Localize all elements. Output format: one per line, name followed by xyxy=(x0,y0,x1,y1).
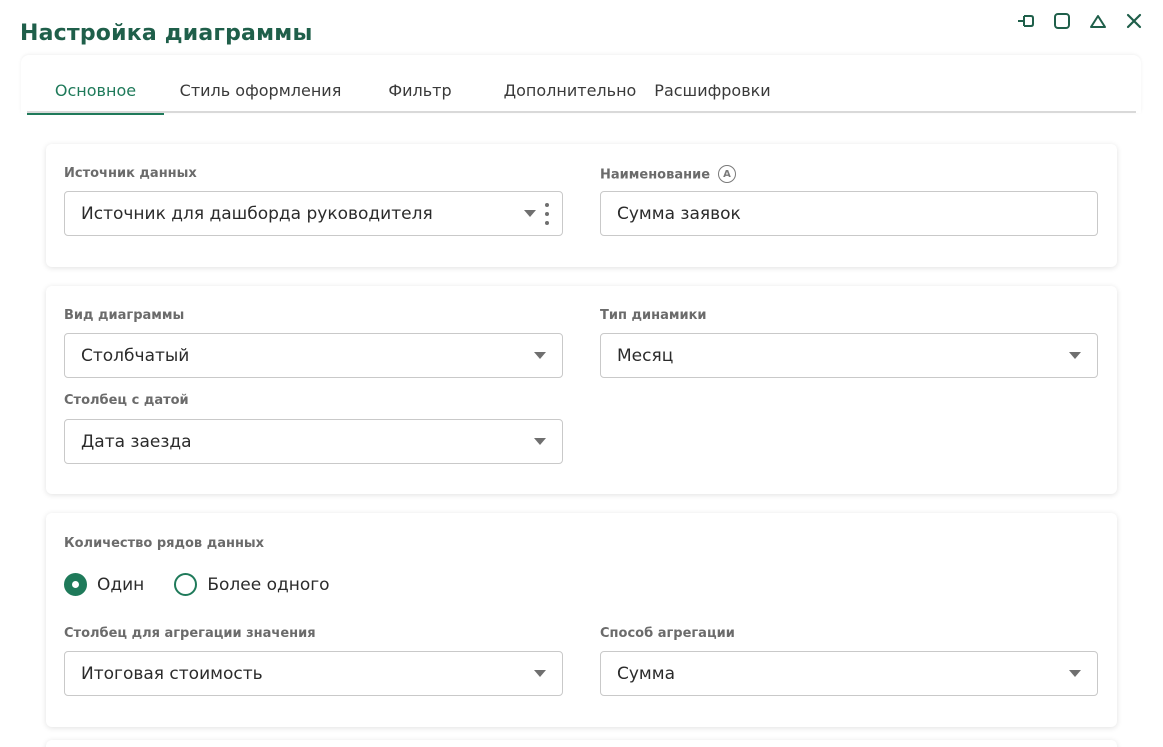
pin-button[interactable] xyxy=(1015,10,1037,32)
data-source-select[interactable]: Источник для дашборда руководителя xyxy=(64,191,563,236)
series-count-radio-group: Один Более одного xyxy=(64,573,360,596)
name-value: Сумма заявок xyxy=(617,203,741,224)
chevron-down-icon xyxy=(1069,670,1081,677)
chevron-down-icon xyxy=(534,352,546,359)
date-column-label: Столбец с датой xyxy=(64,393,189,408)
auto-name-icon[interactable]: A xyxy=(718,165,737,183)
collapse-button[interactable] xyxy=(1087,10,1109,32)
agg-column-label: Столбец для агрегации значения xyxy=(64,626,316,641)
chevron-down-icon xyxy=(534,438,546,445)
radio-one-label: Один xyxy=(97,574,145,595)
date-column-select[interactable]: Дата заезда xyxy=(64,419,563,464)
pin-icon xyxy=(1018,15,1034,27)
tab-style[interactable]: Стиль оформления xyxy=(164,67,357,113)
dynamics-type-value: Месяц xyxy=(617,345,674,366)
agg-column-value: Итоговая стоимость xyxy=(81,663,263,684)
more-options-icon[interactable] xyxy=(543,203,551,225)
radio-checked-icon xyxy=(64,573,87,596)
chevron-down-icon xyxy=(524,210,536,217)
radio-multiple[interactable]: Более одного xyxy=(174,573,330,596)
collapse-icon xyxy=(1090,15,1106,28)
chart-settings-window: Настройка диаграммы Основное Стиль оформ xyxy=(0,0,1163,747)
close-icon xyxy=(1126,13,1142,29)
name-label-row: Наименование A xyxy=(600,165,737,184)
chart-type-select[interactable]: Столбчатый xyxy=(64,333,563,378)
tab-drilldowns[interactable]: Расшифровки xyxy=(654,67,770,113)
chart-type-value: Столбчатый xyxy=(81,345,190,366)
tab-filter[interactable]: Фильтр xyxy=(357,67,483,113)
chart-type-label: Вид диаграммы xyxy=(64,308,185,323)
window-title: Настройка диаграммы xyxy=(20,21,313,46)
tab-list: Основное Стиль оформления Фильтр Дополни… xyxy=(27,67,1136,115)
name-label: Наименование xyxy=(600,167,711,183)
maximize-icon xyxy=(1054,13,1070,29)
agg-method-select[interactable]: Сумма xyxy=(600,651,1098,696)
next-card xyxy=(46,740,1117,747)
agg-method-label: Способ агрегации xyxy=(600,626,735,641)
agg-column-select[interactable]: Итоговая стоимость xyxy=(64,651,563,696)
name-input[interactable]: Сумма заявок xyxy=(600,191,1098,236)
close-button[interactable] xyxy=(1123,10,1145,32)
tab-advanced[interactable]: Дополнительно xyxy=(483,67,657,113)
data-source-card: Источник данных Источник для дашборда ру… xyxy=(46,144,1117,267)
data-source-value: Источник для дашборда руководителя xyxy=(81,203,433,224)
tabs-bar: Основное Стиль оформления Фильтр Дополни… xyxy=(21,55,1141,115)
chevron-down-icon xyxy=(1069,352,1081,359)
radio-unchecked-icon xyxy=(174,573,198,596)
tab-main[interactable]: Основное xyxy=(27,67,164,115)
agg-method-value: Сумма xyxy=(617,663,675,684)
radio-one[interactable]: Один xyxy=(64,573,144,596)
dynamics-type-label: Тип динамики xyxy=(600,308,707,323)
maximize-button[interactable] xyxy=(1051,10,1073,32)
dynamics-type-select[interactable]: Месяц xyxy=(600,333,1098,378)
data-source-label: Источник данных xyxy=(64,166,197,181)
window-controls xyxy=(1015,10,1145,32)
chart-type-card: Вид диаграммы Столбчатый Тип динамики Ме… xyxy=(46,286,1117,494)
date-column-value: Дата заезда xyxy=(81,431,192,452)
series-card: Количество рядов данных Один Более одног… xyxy=(46,513,1117,727)
chevron-down-icon xyxy=(534,670,546,677)
radio-multiple-label: Более одного xyxy=(207,574,330,595)
series-count-label: Количество рядов данных xyxy=(64,536,265,551)
